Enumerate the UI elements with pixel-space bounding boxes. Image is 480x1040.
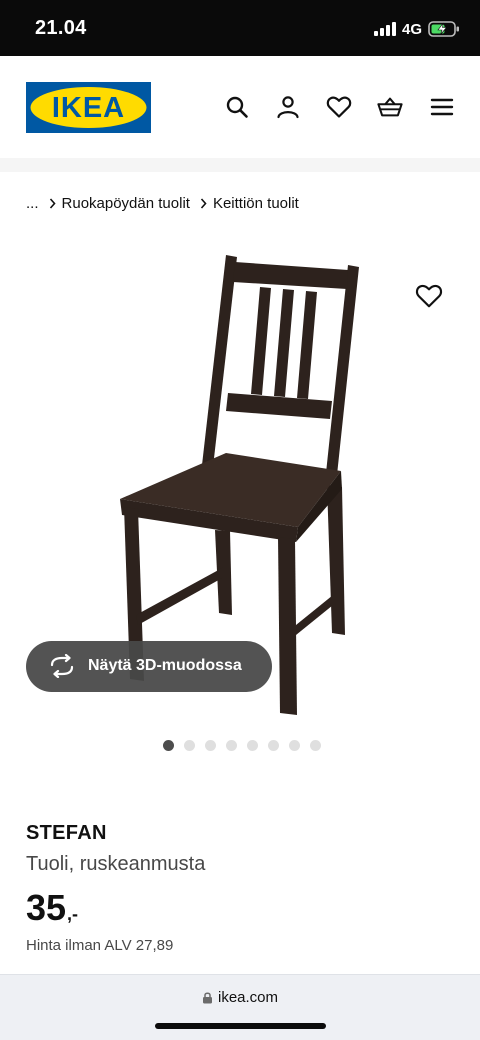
product-name: STEFAN — [26, 822, 107, 844]
product-price: 35 ,- — [26, 888, 78, 928]
breadcrumb: ... Ruokapöydän tuolit Keittiön tuolit — [26, 193, 299, 213]
home-indicator[interactable] — [155, 1023, 326, 1029]
product-description: Tuoli, ruskeanmusta — [26, 853, 206, 875]
breadcrumb-ellipsis[interactable]: ... — [26, 195, 39, 212]
logo-text: IKEA — [52, 92, 125, 124]
search-button[interactable] — [224, 94, 250, 120]
menu-button[interactable] — [429, 94, 455, 120]
header-divider — [0, 158, 480, 172]
network-type: 4G — [401, 20, 422, 38]
account-icon — [277, 96, 299, 119]
carousel-dot[interactable] — [268, 740, 279, 751]
status-time: 21.04 — [35, 17, 87, 39]
price-integer: 35 — [26, 887, 67, 928]
carousel-dot[interactable] — [289, 740, 300, 751]
heart-icon — [326, 96, 352, 118]
add-to-favourites-button[interactable] — [415, 283, 443, 311]
chevron-right-icon — [49, 197, 56, 209]
carousel-dot[interactable] — [205, 740, 216, 751]
carousel-dot[interactable] — [247, 740, 258, 751]
rotate-3d-icon — [50, 654, 74, 678]
status-indicators: 4G — [373, 18, 460, 40]
basket-button[interactable] — [377, 94, 403, 120]
favourites-button[interactable] — [326, 94, 352, 120]
status-bar: 21.04 4G — [0, 0, 480, 56]
lock-icon — [202, 992, 212, 1004]
url-field[interactable]: ikea.com — [0, 989, 480, 1006]
carousel-dot[interactable] — [163, 740, 174, 751]
breadcrumb-kitchen-chairs[interactable]: Keittiön tuolit — [213, 195, 299, 212]
carousel-dot[interactable] — [310, 740, 321, 751]
battery-charging-icon — [428, 21, 459, 37]
price-excluding-vat: Hinta ilman ALV 27,89 — [26, 937, 174, 954]
browser-address-bar: ikea.com — [0, 974, 480, 1040]
heart-icon — [415, 284, 443, 308]
menu-icon — [430, 98, 454, 116]
view-3d-label: Näytä 3D-muodossa — [88, 657, 242, 674]
search-icon — [226, 96, 248, 118]
ikea-logo[interactable]: IKEA — [26, 82, 151, 133]
carousel-dot[interactable] — [226, 740, 237, 751]
breadcrumb-dining-chairs[interactable]: Ruokapöydän tuolit — [62, 195, 190, 212]
price-decimal: ,- — [67, 904, 79, 924]
account-button[interactable] — [275, 94, 301, 120]
chevron-right-icon — [200, 197, 207, 209]
basket-icon — [377, 97, 403, 117]
site-header: IKEA — [0, 56, 480, 160]
signal-icon — [373, 22, 396, 36]
view-3d-button[interactable]: Näytä 3D-muodossa — [26, 641, 272, 692]
url-text: ikea.com — [217, 989, 279, 1006]
image-carousel-dots — [163, 740, 321, 752]
carousel-dot[interactable] — [184, 740, 195, 751]
